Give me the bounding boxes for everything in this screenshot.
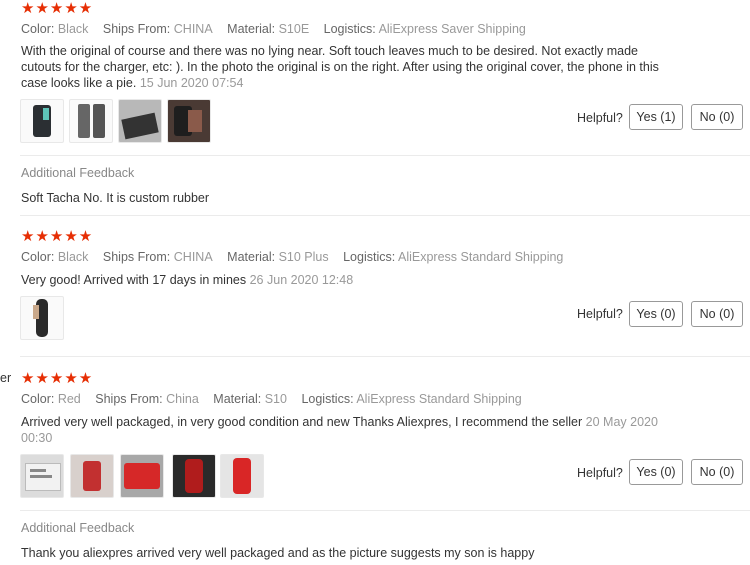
additional-feedback-heading: Additional Feedback: [21, 521, 135, 535]
review-photo[interactable]: [70, 454, 114, 498]
review-photos: [20, 99, 220, 143]
additional-feedback-heading: Additional Feedback: [21, 166, 135, 180]
logistics-label: Logistics:: [343, 250, 396, 264]
helpful-no-button[interactable]: No (0): [691, 301, 743, 327]
review-meta: Color: Black Ships From: CHINA Material:…: [21, 250, 574, 264]
review-photo[interactable]: [118, 99, 162, 143]
review-photo[interactable]: [167, 99, 211, 143]
review-photo[interactable]: [220, 454, 264, 498]
material-value: S10: [264, 392, 287, 406]
helpful-no-button[interactable]: No (0): [691, 459, 743, 485]
review-photo[interactable]: [69, 99, 113, 143]
divider: [20, 155, 750, 156]
logistics-label: Logistics:: [323, 22, 376, 36]
helpful-yes-button[interactable]: Yes (0): [629, 301, 683, 327]
color-value: Black: [57, 250, 89, 264]
star-rating: ★★★★★: [21, 370, 94, 387]
review-body: With the original of course and there wa…: [21, 44, 659, 90]
divider: [20, 510, 750, 511]
review-meta: Color: Black Ships From: CHINA Material:…: [21, 22, 537, 36]
color-value: Black: [57, 22, 89, 36]
review-body: Arrived very well packaged, in very good…: [21, 415, 583, 429]
divider: [20, 215, 750, 216]
helpful-no-button[interactable]: No (0): [691, 104, 743, 130]
review-body: Very good! Arrived with 17 days in mines: [21, 273, 247, 287]
material-value: S10E: [278, 22, 310, 36]
logistics-value: AliExpress Standard Shipping: [356, 392, 522, 406]
review-meta: Color: Red Ships From: China Material: S…: [21, 392, 533, 406]
ships-from-label: Ships From:: [95, 392, 163, 406]
review-date: 15 Jun 2020 07:54: [139, 76, 244, 90]
material-label: Material:: [227, 250, 276, 264]
review-photo[interactable]: [20, 99, 64, 143]
review-photo[interactable]: [172, 454, 216, 498]
additional-feedback-text: Thank you aliexpres arrived very well pa…: [21, 546, 535, 560]
ships-from-value: China: [166, 392, 199, 406]
review-text: Very good! Arrived with 17 days in mines…: [21, 272, 661, 288]
helpful-label: Helpful?: [577, 307, 623, 321]
reviewer-name-fragment: er: [0, 371, 12, 385]
ships-from-value: CHINA: [173, 250, 213, 264]
color-label: Color:: [21, 250, 55, 264]
material-label: Material:: [227, 22, 276, 36]
review-text: Arrived very well packaged, in very good…: [21, 414, 661, 446]
logistics-label: Logistics:: [301, 392, 354, 406]
helpful-label: Helpful?: [577, 111, 623, 125]
helpful-yes-button[interactable]: Yes (0): [629, 459, 683, 485]
star-rating: ★★★★★: [21, 228, 94, 245]
divider: [20, 356, 750, 357]
review-photo[interactable]: [20, 454, 64, 498]
review-photo[interactable]: [120, 454, 164, 498]
color-label: Color:: [21, 392, 55, 406]
color-label: Color:: [21, 22, 55, 36]
ships-from-value: CHINA: [173, 22, 213, 36]
ships-from-label: Ships From:: [102, 22, 171, 36]
material-label: Material:: [213, 392, 262, 406]
review-text: With the original of course and there wa…: [21, 43, 661, 91]
material-value: S10 Plus: [278, 250, 329, 264]
ships-from-label: Ships From:: [102, 250, 171, 264]
review-photo[interactable]: [20, 296, 64, 340]
review-photos: [20, 454, 264, 498]
color-value: Red: [57, 392, 81, 406]
logistics-value: AliExpress Saver Shipping: [378, 22, 526, 36]
review-date: 26 Jun 2020 12:48: [249, 273, 354, 287]
review-photos: [20, 296, 66, 340]
helpful-yes-button[interactable]: Yes (1): [629, 104, 683, 130]
logistics-value: AliExpress Standard Shipping: [398, 250, 564, 264]
helpful-label: Helpful?: [577, 466, 623, 480]
additional-feedback-text: Soft Tacha No. It is custom rubber: [21, 191, 210, 205]
star-rating: ★★★★★: [21, 0, 94, 17]
